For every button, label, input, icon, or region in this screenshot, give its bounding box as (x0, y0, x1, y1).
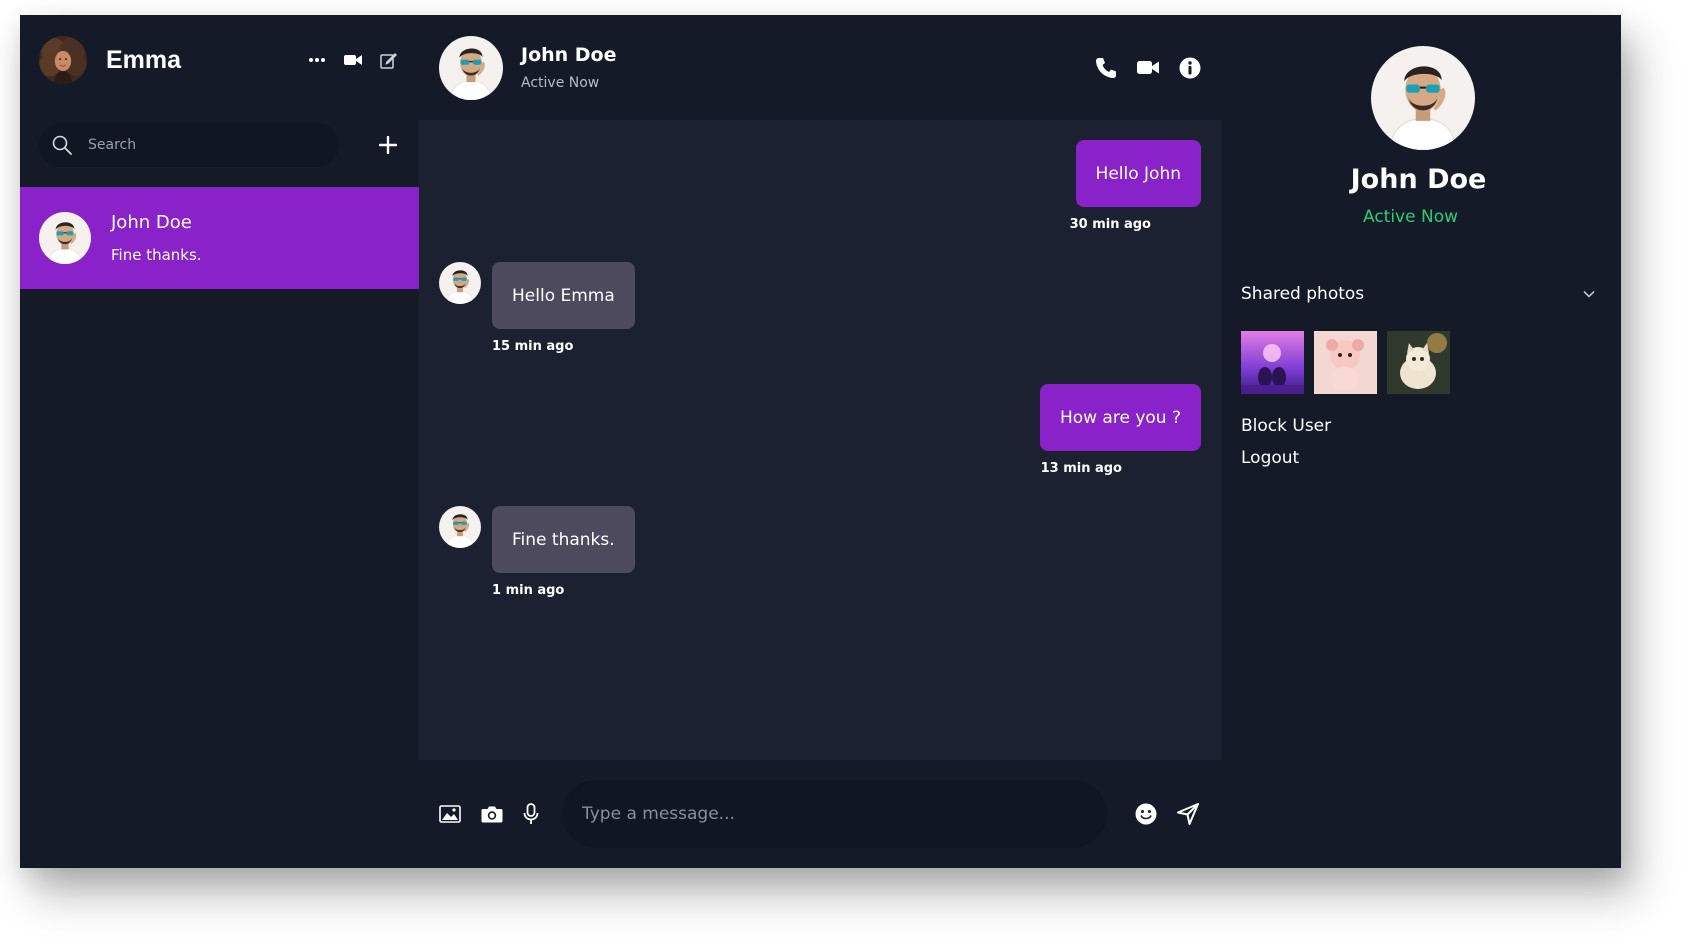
message-bubble: Fine thanks. (492, 506, 635, 573)
pink-toy-photo[interactable] (1314, 331, 1377, 394)
detail-name: John Doe (1350, 164, 1487, 195)
conversation-last-message: Fine thanks. (111, 246, 202, 264)
detail-profile: John Doe Active Now (1236, 15, 1601, 227)
message-input-wrap (562, 780, 1107, 848)
video-camera-icon[interactable] (1137, 60, 1159, 75)
sender-avatar (439, 262, 481, 304)
emoji-icon[interactable] (1135, 803, 1157, 825)
chat-panel: John Doe Active Now Hello John 30 min ag… (419, 15, 1221, 868)
composer-actions (1135, 803, 1199, 825)
contact-status: Active Now (521, 75, 600, 91)
sidebar: Emma Search John Doe Fine thanks. (20, 15, 419, 868)
camera-icon[interactable] (481, 805, 503, 823)
conversation-name: John Doe (111, 212, 192, 233)
add-conversation-button[interactable] (379, 136, 397, 154)
message-list: Hello John 30 min ago Hello Emma 15 min … (419, 120, 1221, 760)
message-bubble: How are you ? (1039, 384, 1201, 451)
shared-photos-grid (1241, 331, 1601, 394)
contact-name: John Doe (521, 44, 617, 66)
user-name: Emma (106, 45, 182, 74)
edit-icon[interactable] (380, 52, 397, 69)
message-bubble: Hello Emma (492, 262, 635, 329)
detail-avatar (1370, 46, 1475, 150)
microphone-icon[interactable] (523, 803, 539, 825)
contact-avatar[interactable] (439, 35, 503, 100)
shared-photos-title: Shared photos (1241, 284, 1365, 304)
search-input[interactable] (88, 137, 308, 153)
detail-status: Active Now (1362, 207, 1458, 227)
message-time: 30 min ago (1069, 217, 1151, 232)
message-time: 15 min ago (492, 339, 574, 354)
user-avatar[interactable] (39, 36, 87, 84)
send-icon[interactable] (1177, 803, 1199, 825)
contact-info: John Doe Active Now (521, 44, 617, 91)
conversation-text: John Doe Fine thanks. (111, 212, 202, 264)
message-received: Hello Emma 15 min ago (439, 262, 1201, 354)
message-sent: How are you ? 13 min ago (439, 384, 1201, 476)
conversation-avatar (39, 212, 91, 264)
block-user-link[interactable]: Block User (1241, 416, 1601, 436)
contact-details-panel: John Doe Active Now Shared photos Block … (1221, 15, 1621, 868)
purple-cats-photo[interactable] (1241, 331, 1304, 394)
detail-actions: Block User Logout (1241, 416, 1601, 468)
plus-icon (379, 136, 397, 154)
shared-photos-toggle[interactable]: Shared photos (1241, 284, 1601, 304)
composer-attachments (439, 803, 539, 825)
message-received: Fine thanks. 1 min ago (439, 506, 1201, 598)
chat-header-icons (1095, 57, 1201, 79)
logout-link[interactable]: Logout (1241, 448, 1601, 468)
message-time: 13 min ago (1040, 461, 1122, 476)
sender-avatar (439, 506, 481, 548)
kitten-photo[interactable] (1387, 331, 1450, 394)
chevron-down-icon (1583, 290, 1595, 298)
more-horizontal-icon[interactable] (308, 57, 326, 63)
search-icon (52, 135, 72, 155)
info-icon[interactable] (1179, 57, 1201, 79)
message-composer (419, 760, 1221, 868)
chat-header: John Doe Active Now (419, 15, 1221, 120)
messenger-app: Emma Search John Doe Fine thanks. John D… (20, 15, 1621, 868)
message-time: 1 min ago (492, 583, 565, 598)
sidebar-header-icons (308, 52, 397, 69)
video-camera-icon[interactable] (344, 54, 362, 66)
message-bubble: Hello John (1075, 140, 1201, 207)
message-sent: Hello John 30 min ago (439, 140, 1201, 232)
search-box (39, 123, 339, 167)
message-input[interactable] (582, 804, 1062, 824)
search-row (20, 123, 419, 167)
image-icon[interactable] (439, 805, 461, 823)
sidebar-header: Emma (20, 15, 419, 105)
phone-icon[interactable] (1095, 57, 1117, 79)
conversation-item-selected[interactable]: John Doe Fine thanks. (20, 187, 419, 289)
